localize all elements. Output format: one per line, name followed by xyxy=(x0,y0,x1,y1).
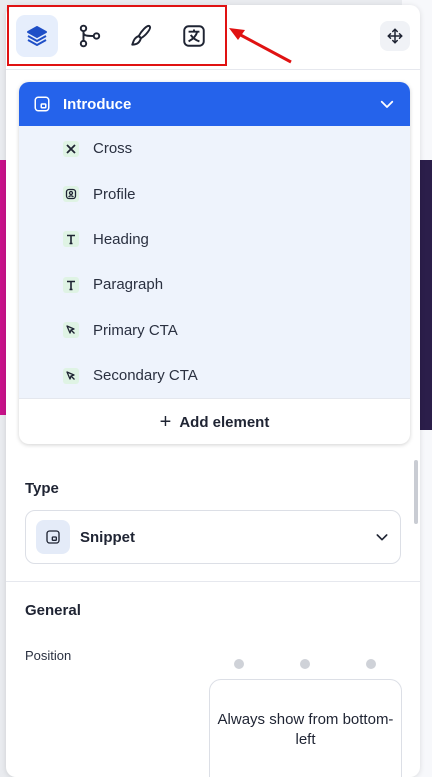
toolbar xyxy=(6,5,420,70)
layers-panel: Introduce Cross Profile Heading Paragrap… xyxy=(19,82,410,444)
translate-tool-button[interactable] xyxy=(173,15,215,57)
snippet-icon xyxy=(34,96,50,112)
style-tool-button[interactable] xyxy=(121,15,163,57)
position-value: Always show from bottom-left xyxy=(217,711,394,748)
annotation-arrow-icon xyxy=(229,28,292,64)
chevron-down-icon xyxy=(376,534,388,541)
position-label: Position xyxy=(25,648,72,663)
layer-item-label: Profile xyxy=(93,185,136,203)
general-section-label: General xyxy=(25,602,81,619)
layer-item-label: Secondary CTA xyxy=(93,367,198,385)
snippet-icon xyxy=(36,520,70,554)
add-element-label: Add element xyxy=(179,413,270,431)
translate-icon xyxy=(183,25,205,47)
add-element-button[interactable]: + Add element xyxy=(19,398,410,444)
scrollbar[interactable] xyxy=(414,460,418,524)
flow-tool-button[interactable] xyxy=(69,15,111,57)
layer-group-title: Introduce xyxy=(63,95,132,113)
section-divider xyxy=(6,581,420,582)
move-icon xyxy=(387,28,403,44)
layers-tool-button[interactable] xyxy=(16,15,58,57)
layers-icon xyxy=(27,26,47,46)
layer-item-profile[interactable]: Profile xyxy=(19,171,410,216)
branch-icon xyxy=(79,24,101,48)
editor-panel: Introduce Cross Profile Heading Paragrap… xyxy=(6,5,420,777)
layer-item-label: Cross xyxy=(93,140,133,158)
cursor-icon xyxy=(63,367,79,384)
type-section-label: Type xyxy=(25,480,59,497)
position-option-top-right[interactable] xyxy=(366,659,376,669)
layer-item-secondary-cta[interactable]: Secondary CTA xyxy=(19,353,410,398)
text-icon xyxy=(63,231,79,248)
text-icon xyxy=(63,276,79,293)
position-option-top-center[interactable] xyxy=(300,659,310,669)
type-select-value: Snippet xyxy=(80,528,135,546)
layer-item-label: Heading xyxy=(93,230,149,248)
brush-icon xyxy=(131,24,151,46)
cursor-icon xyxy=(63,322,79,339)
profile-icon xyxy=(63,186,79,203)
layer-item-label: Paragraph xyxy=(93,276,164,294)
chevron-down-icon[interactable] xyxy=(378,95,396,113)
cross-icon xyxy=(63,140,79,157)
position-option-top-left[interactable] xyxy=(234,659,244,669)
layer-item-primary-cta[interactable]: Primary CTA xyxy=(19,308,410,353)
position-selected-box[interactable]: Always show from bottom-left xyxy=(209,679,402,777)
layer-item-heading[interactable]: Heading xyxy=(19,217,410,262)
layer-group-header[interactable]: Introduce xyxy=(19,82,410,126)
layer-item-paragraph[interactable]: Paragraph xyxy=(19,262,410,307)
layer-list: Cross Profile Heading Paragraph Primary … xyxy=(19,126,410,398)
move-panel-button[interactable] xyxy=(380,21,410,51)
layer-item-label: Primary CTA xyxy=(93,321,178,339)
layer-item-cross[interactable]: Cross xyxy=(19,126,410,171)
type-select[interactable]: Snippet xyxy=(25,510,401,564)
plus-icon: + xyxy=(159,410,172,433)
